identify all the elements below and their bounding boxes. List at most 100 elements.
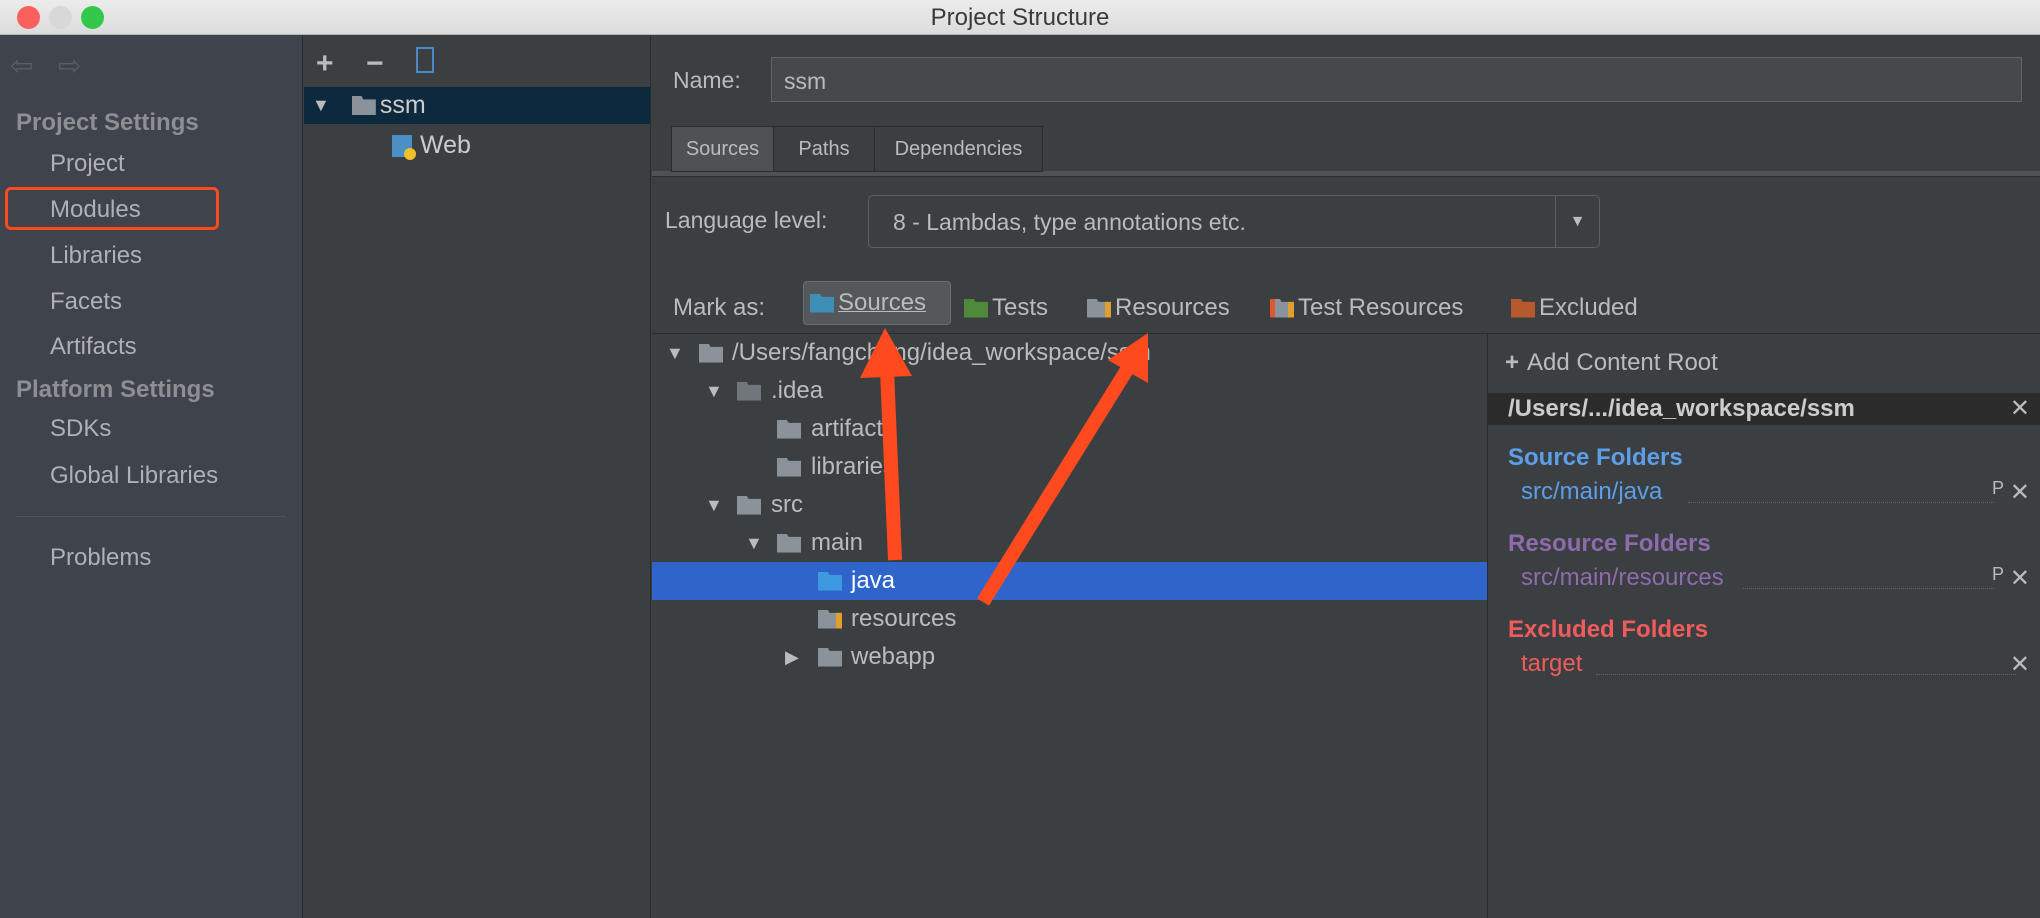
folder-icon <box>737 381 761 401</box>
tree-row-resources[interactable]: resources <box>652 600 1487 638</box>
name-label: Name: <box>673 67 741 93</box>
expand-arrow-icon[interactable]: ▼ <box>705 495 723 516</box>
sidebar-item-global-libraries[interactable]: Global Libraries <box>50 462 218 490</box>
add-module-button[interactable]: + <box>316 47 334 81</box>
tree-label: resources <box>851 605 957 632</box>
tree-item-ssm[interactable]: ▼ ssm <box>304 87 650 124</box>
mark-excluded-button[interactable]: Excluded <box>1511 289 1638 327</box>
content-roots-panel: + Add Content Root /Users/.../idea_worksp… <box>1488 334 2040 918</box>
dotted-leader <box>1688 502 1994 503</box>
folder-icon <box>777 419 801 439</box>
tests-folder-icon <box>964 298 988 318</box>
excluded-folders-title: Excluded Folders <box>1508 616 1709 643</box>
folder-icon <box>777 533 801 553</box>
resource-folders-title: Resource Folders <box>1508 530 1711 557</box>
folder-tree: ▼ /Users/fangcheng/idea_workspace/ssm ▼ .i… <box>652 334 1487 918</box>
chevron-down-icon[interactable]: ▼ <box>1555 196 1599 247</box>
mark-as-label: Mark as: <box>673 294 766 321</box>
sidebar-item-libraries[interactable]: Libraries <box>50 242 142 270</box>
copy-module-icon[interactable] <box>416 47 434 73</box>
module-list: + − ▼ ssm Web <box>304 35 651 918</box>
folder-icon <box>818 647 842 667</box>
source-folders-title: Source Folders <box>1508 444 1683 471</box>
tree-row-artifacts[interactable]: artifacts <box>652 410 1487 448</box>
source-folder-icon <box>818 571 842 591</box>
tree-row-libraries[interactable]: libraries <box>652 448 1487 486</box>
tree-label: artifacts <box>811 415 896 442</box>
sidebar-item-problems[interactable]: Problems <box>50 544 151 572</box>
mark-sources-button[interactable]: Sources <box>803 281 951 325</box>
language-level-value: 8 - Lambdas, type annotations etc. <box>893 209 1246 235</box>
plus-icon: + <box>1505 349 1520 376</box>
remove-excluded-folder-icon[interactable]: ✕ <box>2010 650 2030 679</box>
excluded-folder-item[interactable]: target <box>1521 650 1582 678</box>
mark-sources-label: Sources <box>838 289 927 316</box>
test-resources-folder-icon <box>1270 298 1294 318</box>
tree-row-java[interactable]: java <box>652 562 1487 600</box>
folder-icon <box>699 343 723 363</box>
resources-folder-icon <box>818 609 842 629</box>
language-level-select[interactable]: 8 - Lambdas, type annotations etc. ▼ <box>868 195 1600 248</box>
sidebar-item-artifacts[interactable]: Artifacts <box>50 333 137 361</box>
tree-row-webapp[interactable]: ▶ webapp <box>652 638 1487 676</box>
expand-arrow-icon[interactable]: ▼ <box>705 381 723 402</box>
mark-resources-button[interactable]: Resources <box>1087 289 1230 327</box>
mark-tests-label: Tests <box>992 294 1049 321</box>
add-content-root-label: Add Content Root <box>1527 349 1718 376</box>
folder-icon <box>777 457 801 477</box>
mark-tests-button[interactable]: Tests <box>964 289 1048 327</box>
language-level-label: Language level: <box>665 207 828 233</box>
tree-label: webapp <box>851 643 936 670</box>
mark-test-resources-button[interactable]: Test Resources <box>1270 289 1463 327</box>
facet-label: Web <box>420 131 471 159</box>
expand-arrow-icon[interactable]: ▼ <box>745 533 763 554</box>
module-settings: Name: ssm Sources Paths Dependencies Lan… <box>652 35 2040 918</box>
remove-content-root-icon[interactable]: ✕ <box>2010 394 2030 423</box>
source-folder-item[interactable]: src/main/java <box>1521 478 1662 506</box>
tree-item-web[interactable]: Web <box>392 127 471 164</box>
tree-row-main[interactable]: ▼ main <box>652 524 1487 562</box>
modules-highlight-box <box>5 187 219 230</box>
forward-icon[interactable]: ⇨ <box>58 49 81 82</box>
module-label: ssm <box>379 91 426 119</box>
expand-arrow-icon[interactable]: ▼ <box>666 343 684 364</box>
window-title: Project Structure <box>930 4 1110 31</box>
tree-label: src <box>771 491 803 518</box>
expand-arrow-icon[interactable]: ▼ <box>312 95 330 116</box>
tab-sources[interactable]: Sources <box>671 126 774 172</box>
remove-source-folder-icon[interactable]: ✕ <box>2010 478 2030 507</box>
tree-label: .idea <box>771 377 824 404</box>
tab-paths[interactable]: Paths <box>773 126 875 172</box>
title-bar: Project Structure <box>0 0 2040 35</box>
tree-row-idea[interactable]: ▼ .idea <box>652 372 1487 410</box>
tab-dependencies[interactable]: Dependencies <box>874 126 1043 172</box>
properties-icon[interactable]: P <box>1992 564 2004 585</box>
mark-test-resources-label: Test Resources <box>1298 294 1464 321</box>
remove-module-button[interactable]: − <box>366 47 384 81</box>
content-root-header: /Users/.../idea_workspace/ssm ✕ <box>1488 393 2040 425</box>
web-facet-icon <box>392 134 416 160</box>
sidebar: ⇦ ⇨ Project Settings Project Modules Lib… <box>0 35 303 918</box>
back-icon[interactable]: ⇦ <box>10 49 33 82</box>
content-root-path: /Users/.../idea_workspace/ssm <box>1508 395 1855 422</box>
sidebar-item-facets[interactable]: Facets <box>50 288 122 316</box>
sidebar-item-project[interactable]: Project <box>50 150 125 178</box>
expand-arrow-icon[interactable]: ▶ <box>785 647 799 668</box>
sidebar-item-sdks[interactable]: SDKs <box>50 415 111 443</box>
name-input[interactable]: ssm <box>771 57 2022 102</box>
tree-row-src[interactable]: ▼ src <box>652 486 1487 524</box>
add-content-root-button[interactable]: + Add Content Root <box>1505 349 1718 377</box>
mark-resources-label: Resources <box>1115 294 1230 321</box>
section-project-settings: Project Settings <box>16 109 199 136</box>
tree-row-root[interactable]: ▼ /Users/fangcheng/idea_workspace/ssm <box>652 334 1487 372</box>
folder-icon <box>737 495 761 515</box>
tree-label: /Users/fangcheng/idea_workspace/ssm <box>732 339 1151 366</box>
remove-resource-folder-icon[interactable]: ✕ <box>2010 564 2030 593</box>
tree-label: libraries <box>811 453 896 480</box>
dotted-leader <box>1596 674 2016 675</box>
excluded-folder-icon <box>1511 298 1535 318</box>
resource-folder-item[interactable]: src/main/resources <box>1521 564 1724 592</box>
module-folder-icon <box>351 96 376 115</box>
section-platform-settings: Platform Settings <box>16 376 215 403</box>
properties-icon[interactable]: P <box>1992 478 2004 499</box>
